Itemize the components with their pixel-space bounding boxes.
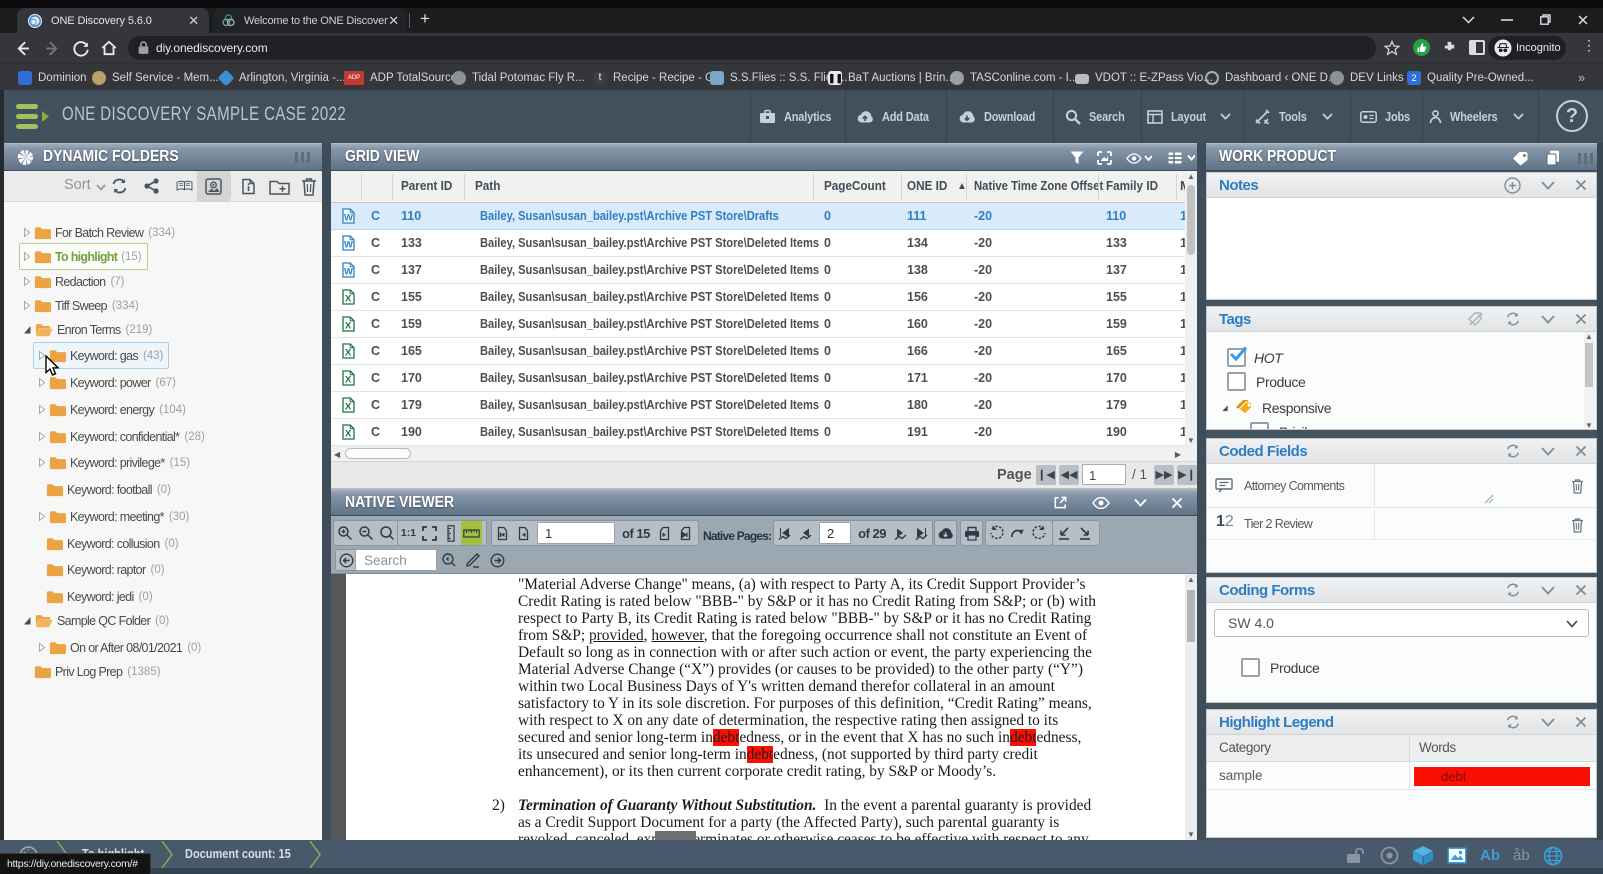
- svg-text:X: X: [345, 375, 352, 386]
- svg-text:X: X: [345, 294, 352, 305]
- svg-text:X: X: [345, 402, 352, 413]
- svg-text:X: X: [345, 429, 352, 440]
- svg-text:X: X: [345, 321, 352, 332]
- svg-text:W: W: [344, 213, 353, 224]
- svg-text:W: W: [344, 267, 353, 278]
- svg-text:X: X: [345, 348, 352, 359]
- svg-text:W: W: [344, 240, 353, 251]
